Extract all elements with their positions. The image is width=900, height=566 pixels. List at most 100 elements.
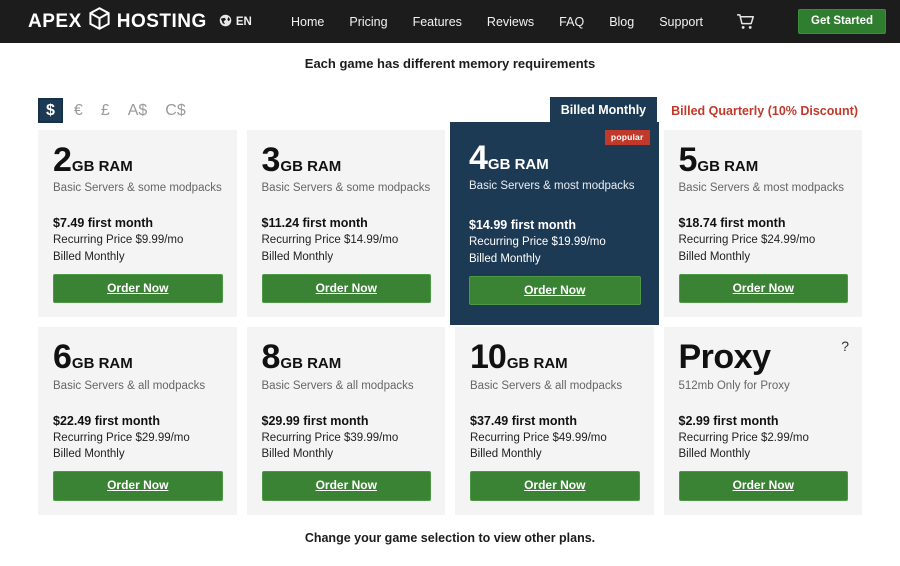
plan-first-month-price: $37.49 first month [470,413,577,428]
nav-links: Home Pricing Features Reviews FAQ Blog S… [291,8,886,35]
plan-title: 8 GB RAM [261,338,432,377]
plan-billing-cycle: Billed Monthly [469,252,541,265]
plan-card-6gb[interactable]: 6 GB RAM Basic Servers & all modpacks $2… [38,327,237,515]
plan-ram-number: 10 [470,338,507,377]
plan-title: Proxy [678,338,849,377]
plan-recurring-price: Recurring Price $19.99/mo [469,236,606,249]
plan-price-block: $37.49 first month Recurring Price $49.9… [470,392,640,463]
plan-first-month-price: $11.24 first month [261,216,368,231]
plan-description: Basic Servers & some modpacks [261,182,431,195]
nav-link-blog[interactable]: Blog [609,15,634,29]
plan-price-block: $29.99 first month Recurring Price $39.9… [262,392,432,463]
plan-ram-number: 8 [261,338,281,377]
currency-option-cad[interactable]: C$ [158,99,192,123]
plan-recurring-price: Recurring Price $24.99/mo [678,234,816,247]
top-navbar: APEX HOSTING EN Home Pricing Features Re… [0,0,900,43]
plan-billing-cycle: Billed Monthly [470,448,542,461]
plan-first-month-price: $7.49 first month [53,216,154,231]
plan-card-proxy[interactable]: ? Proxy 512mb Only for Proxy $2.99 first… [663,327,862,515]
order-now-button[interactable]: Order Now [678,274,848,304]
currency-option-usd[interactable]: $ [38,97,63,124]
plan-title: 6 GB RAM [53,338,223,377]
plan-ram-unit: GB RAM [697,158,759,175]
nav-link-support[interactable]: Support [659,15,703,29]
plan-first-month-price: $14.99 first month [469,218,576,233]
shopping-cart-icon[interactable] [736,13,755,30]
plan-card-5gb[interactable]: 5 GB RAM Basic Servers & most modpacks $… [663,130,862,318]
plan-recurring-price: Recurring Price $49.99/mo [470,431,607,444]
plan-recurring-price: Recurring Price $29.99/mo [53,431,190,444]
plan-card-10gb[interactable]: 10 GB RAM Basic Servers & all modpacks $… [455,327,654,515]
plan-card-8gb[interactable]: 8 GB RAM Basic Servers & all modpacks $2… [246,327,445,515]
currency-option-eur[interactable]: € [67,99,90,123]
plan-ram-unit: GB RAM [280,355,342,373]
currency-selector: $ € £ A$ C$ [38,97,193,124]
plan-description: 512mb Only for Proxy [678,379,790,392]
plan-ram-number: Proxy [678,338,772,377]
currency-option-gbp[interactable]: £ [94,99,117,123]
order-now-button[interactable]: Order Now [261,274,431,304]
plan-first-month-price: $29.99 first month [261,413,369,428]
plan-card-2gb[interactable]: 2 GB RAM Basic Servers & some modpacks $… [38,130,237,318]
nav-link-home[interactable]: Home [291,15,324,29]
plan-billing-cycle: Billed Monthly [678,250,751,263]
plan-price-block: $18.74 first month Recurring Price $24.9… [679,194,849,265]
plan-title: 4 GB RAM [469,139,641,177]
plan-price-block: $7.49 first month Recurring Price $9.99/… [53,194,223,265]
plan-price-block: $11.24 first month Recurring Price $14.9… [262,194,432,265]
get-started-button[interactable]: Get Started [798,8,886,35]
plan-billing-cycle: Billed Monthly [678,448,751,461]
plan-description: Basic Servers & most modpacks [678,182,845,195]
plan-billing-cycle: Billed Monthly [53,250,125,263]
currency-option-aud[interactable]: A$ [121,99,155,123]
plan-title: 10 GB RAM [470,338,640,377]
billing-cycle-toggle: Billed Monthly Billed Quarterly (10% Dis… [549,97,858,124]
plan-description: Basic Servers & all modpacks [261,379,414,392]
plan-ram-unit: GB RAM [71,355,133,373]
order-now-button[interactable]: Order Now [470,471,640,501]
plan-ram-number: 6 [53,338,72,377]
help-question-icon[interactable]: ? [841,338,849,354]
plan-ram-unit: GB RAM [487,156,549,173]
order-now-button[interactable]: Order Now [469,276,641,306]
pricing-controls: $ € £ A$ C$ Billed Monthly Billed Quarte… [0,71,900,127]
nav-link-faq[interactable]: FAQ [559,15,584,29]
plan-recurring-price: Recurring Price $39.99/mo [261,431,399,444]
plan-ram-number: 4 [469,139,488,177]
brand-logo[interactable]: APEX HOSTING [28,7,207,36]
plan-grid-row-2: 6 GB RAM Basic Servers & all modpacks $2… [0,317,900,515]
order-now-button[interactable]: Order Now [53,471,223,501]
plan-billing-cycle: Billed Monthly [53,448,125,461]
plan-ram-number: 2 [53,141,72,179]
nav-link-pricing[interactable]: Pricing [349,15,387,29]
plan-first-month-price: $22.49 first month [53,413,160,428]
order-now-button[interactable]: Order Now [678,471,848,501]
plan-billing-cycle: Billed Monthly [261,250,334,263]
order-now-button[interactable]: Order Now [53,274,223,304]
order-now-button[interactable]: Order Now [261,471,431,501]
nav-link-reviews[interactable]: Reviews [487,15,534,29]
plan-footnote: Change your game selection to view other… [304,530,596,545]
language-selector[interactable]: EN [219,14,252,30]
plan-description: Basic Servers & all modpacks [53,379,206,392]
plan-price-block: $22.49 first month Recurring Price $29.9… [53,392,223,463]
plan-grid-row-1: 2 GB RAM Basic Servers & some modpacks $… [0,122,900,326]
plan-ram-unit: GB RAM [71,158,133,175]
page-subheading: Each game has different memory requireme… [304,56,596,71]
plan-recurring-price: Recurring Price $14.99/mo [261,234,399,247]
billing-monthly-option[interactable]: Billed Monthly [549,97,658,124]
plan-title: 5 GB RAM [679,143,849,177]
plan-ram-number: 3 [261,141,281,179]
brand-text-apex: APEX [28,10,82,32]
plan-card-3gb[interactable]: 3 GB RAM Basic Servers & some modpacks $… [246,130,445,318]
plan-description: Basic Servers & some modpacks [53,182,222,195]
billing-quarterly-option[interactable]: Billed Quarterly (10% Discount) [671,104,858,118]
plan-card-4gb[interactable]: popular 4 GB RAM Basic Servers & most mo… [450,122,659,326]
plan-billing-cycle: Billed Monthly [261,448,334,461]
globe-icon [219,14,232,30]
brand-text-hosting: HOSTING [116,10,207,32]
plan-description: Basic Servers & all modpacks [470,379,623,392]
nav-link-features[interactable]: Features [413,15,462,29]
language-label: EN [235,15,252,28]
plan-ram-unit: GB RAM [280,158,342,175]
